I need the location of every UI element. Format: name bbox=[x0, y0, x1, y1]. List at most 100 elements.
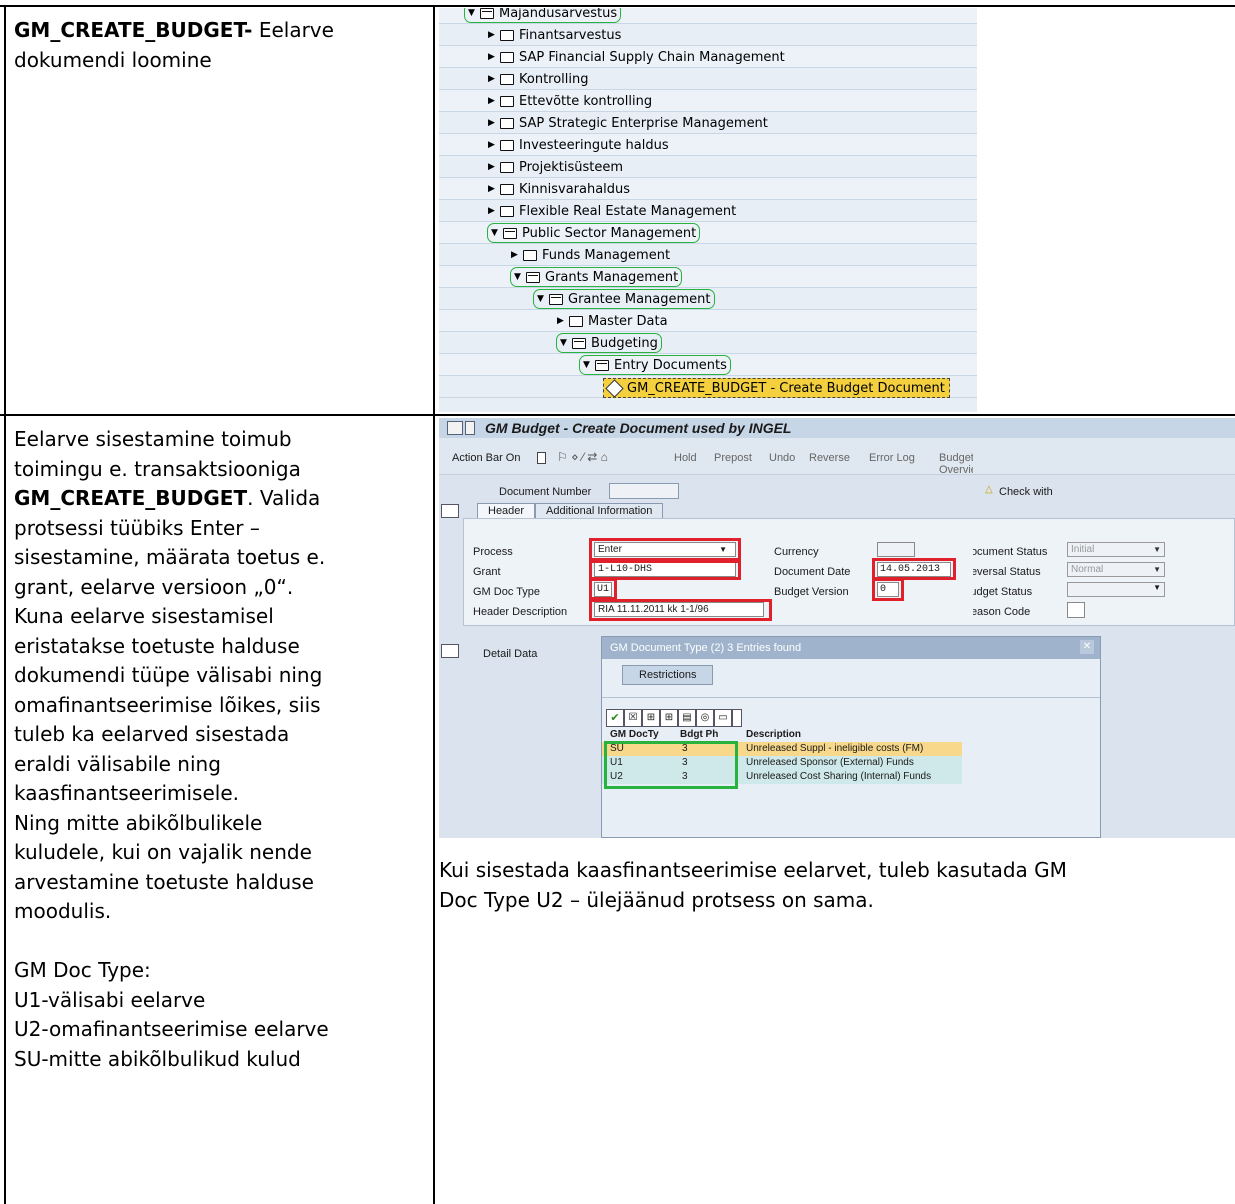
tree-node[interactable]: ▼ Budgeting bbox=[556, 333, 662, 353]
tree-node[interactable]: ▶ Kinnisvarahaldus bbox=[488, 180, 630, 198]
tab-header[interactable]: Header bbox=[477, 503, 536, 518]
collapsed-triangle-icon[interactable]: ▶ bbox=[488, 140, 498, 150]
find-next-icon[interactable]: ⊞ bbox=[660, 709, 678, 727]
tree-node[interactable]: ▶ Projektisüsteem bbox=[488, 158, 623, 176]
text-line: Eelarve sisestamine toimub bbox=[14, 427, 292, 451]
error-log-button[interactable]: Error Log bbox=[869, 452, 915, 464]
document-date-highlight bbox=[872, 558, 956, 580]
tree-node[interactable]: ▼ Entry Documents bbox=[579, 355, 731, 375]
budget-version-highlight bbox=[872, 578, 904, 601]
collapsed-triangle-icon[interactable]: ▶ bbox=[488, 96, 498, 106]
check-icon[interactable]: ✔ bbox=[606, 709, 624, 727]
undo-button[interactable]: Undo bbox=[769, 452, 795, 464]
collapsed-triangle-icon[interactable]: ▶ bbox=[488, 52, 498, 62]
tree-node[interactable]: ▶ Finantsarvestus bbox=[488, 26, 621, 44]
tab-additional-information[interactable]: Additional Information bbox=[535, 503, 664, 518]
expanded-triangle-icon[interactable]: ▼ bbox=[537, 294, 547, 304]
print-icon[interactable]: ▭ bbox=[714, 709, 732, 727]
header-toggle-icon[interactable] bbox=[441, 504, 459, 518]
cancel-icon[interactable]: ☒ bbox=[624, 709, 642, 727]
tree-row: ▼ Grantee Management bbox=[439, 288, 977, 310]
document-number-field[interactable] bbox=[609, 483, 679, 499]
find-icon[interactable]: ⊞ bbox=[642, 709, 660, 727]
tree-node[interactable]: ▶ Funds Management bbox=[511, 246, 670, 264]
tree-node[interactable]: ▶ Investeeringute haldus bbox=[488, 136, 669, 154]
transaction-node[interactable]: GM_CREATE_BUDGET - Create Budget Documen… bbox=[603, 378, 950, 398]
text-line: U2-omafinantseerimise eelarve bbox=[14, 1017, 329, 1041]
tree-node[interactable]: ▶ Flexible Real Estate Management bbox=[488, 202, 736, 220]
doctype-highlight bbox=[604, 741, 738, 789]
budget-status-field[interactable]: ▼ bbox=[1067, 582, 1165, 597]
tree-node[interactable]: ▼ Grants Management bbox=[509, 267, 683, 287]
gm-doc-type-label: GM Doc Type bbox=[473, 586, 541, 598]
collapsed-triangle-icon[interactable]: ▶ bbox=[511, 250, 521, 260]
collapsed-triangle-icon[interactable]: ▶ bbox=[488, 74, 498, 84]
tree-node-label: Flexible Real Estate Management bbox=[519, 203, 737, 219]
expanded-triangle-icon[interactable]: ▼ bbox=[514, 272, 524, 282]
restrictions-tab[interactable]: Restrictions bbox=[622, 665, 714, 685]
reversal-status-field[interactable]: Normal ▼ bbox=[1067, 562, 1165, 577]
popup-title-bar: GM Document Type (2) 3 Entries found bbox=[602, 637, 1100, 659]
tree-node-label: GM_CREATE_BUDGET - Create Budget Documen… bbox=[627, 380, 945, 396]
currency-field[interactable] bbox=[877, 542, 915, 557]
expanded-triangle-icon[interactable]: ▼ bbox=[583, 360, 593, 370]
expanded-triangle-icon[interactable]: ▼ bbox=[468, 8, 478, 18]
tree-node[interactable]: ▼ Grantee Management bbox=[533, 289, 715, 309]
tree-row: GM_CREATE_BUDGET - Create Budget Documen… bbox=[439, 376, 977, 398]
text-line: sisestamine, määrata toetus e. bbox=[14, 545, 326, 569]
info-icon[interactable]: ◎ bbox=[696, 709, 714, 727]
tree-node[interactable]: ▶ SAP Financial Supply Chain Management bbox=[488, 48, 785, 66]
gm-doc-type-highlight bbox=[589, 578, 617, 600]
popup-close-button[interactable]: ✕ bbox=[1080, 640, 1094, 654]
tree-node[interactable]: ▶ Ettevõtte kontrolling bbox=[488, 92, 652, 110]
tree-node[interactable]: ▼ Public Sector Management bbox=[486, 223, 701, 243]
tree-node[interactable]: ▼ Majandusarvestus bbox=[463, 8, 622, 23]
col-header-description: Description bbox=[746, 729, 802, 740]
new-document-icon[interactable] bbox=[537, 452, 546, 464]
reason-code-field[interactable] bbox=[1067, 602, 1085, 618]
sort-icon[interactable]: ▤ bbox=[678, 709, 696, 727]
prepost-button[interactable]: Prepost bbox=[714, 452, 752, 464]
tree-node-label: Kinnisvarahaldus bbox=[519, 181, 631, 197]
tree-row: ▼ Majandusarvestus bbox=[439, 8, 977, 24]
folder-icon bbox=[500, 161, 514, 173]
collapsed-triangle-icon[interactable]: ▶ bbox=[488, 30, 498, 40]
transaction-code: GM_CREATE_BUDGET bbox=[14, 486, 248, 510]
folder-icon bbox=[569, 315, 583, 327]
tree-row: ▶ Investeeringute haldus bbox=[439, 134, 977, 156]
collapsed-triangle-icon[interactable]: ▶ bbox=[488, 206, 498, 216]
popup-table: GM DocTy Bdgt Ph Description SU 3 Unrele… bbox=[602, 729, 962, 789]
reversal-status-value: Normal bbox=[1071, 564, 1104, 575]
tree-node[interactable]: ▶ Master Data bbox=[557, 312, 668, 330]
collapsed-triangle-icon[interactable]: ▶ bbox=[488, 184, 498, 194]
dropdown-icon[interactable] bbox=[732, 709, 742, 727]
expanded-triangle-icon[interactable]: ▼ bbox=[491, 228, 501, 238]
hold-button[interactable]: Hold bbox=[674, 452, 697, 464]
expanded-triangle-icon[interactable]: ▼ bbox=[560, 338, 570, 348]
folder-icon bbox=[500, 139, 514, 151]
chevron-down-icon: ▼ bbox=[1153, 565, 1161, 574]
action-bar-on-button[interactable]: Action Bar On bbox=[452, 452, 520, 464]
text-line: protsessi tüübiks Enter – bbox=[14, 515, 260, 540]
tree-node-label: Funds Management bbox=[542, 247, 671, 263]
title-bar-right bbox=[973, 418, 1235, 438]
tree-row: ▶ Funds Management bbox=[439, 244, 977, 266]
gm-document-type-popup: GM Document Type (2) 3 Entries found ✕ R… bbox=[601, 636, 1101, 838]
collapsed-triangle-icon[interactable]: ▶ bbox=[488, 118, 498, 128]
detail-data-icon[interactable] bbox=[441, 644, 459, 658]
document-status-value: Initial bbox=[1071, 544, 1095, 555]
collapsed-triangle-icon[interactable]: ▶ bbox=[557, 316, 567, 326]
folder-icon bbox=[480, 8, 494, 19]
reverse-button[interactable]: Reverse bbox=[809, 452, 850, 464]
transaction-code: GM_CREATE_BUDGET- bbox=[14, 18, 253, 42]
document-status-field[interactable]: Initial ▼ bbox=[1067, 542, 1165, 557]
collapsed-triangle-icon[interactable]: ▶ bbox=[488, 162, 498, 172]
text-line: Ning mitte abikõlbulikele bbox=[14, 810, 263, 835]
text-line: GM_CREATE_BUDGET. Valida bbox=[14, 484, 329, 514]
tree-node-label: Grantee Management bbox=[568, 291, 711, 307]
text-line: grant, eelarve versioon „0“. bbox=[14, 574, 294, 599]
tree-node-label: Budgeting bbox=[591, 335, 658, 351]
text-line: GM Doc Type: bbox=[14, 958, 151, 982]
tree-node[interactable]: ▶ SAP Strategic Enterprise Management bbox=[488, 114, 768, 132]
tree-node[interactable]: ▶ Kontrolling bbox=[488, 70, 589, 88]
